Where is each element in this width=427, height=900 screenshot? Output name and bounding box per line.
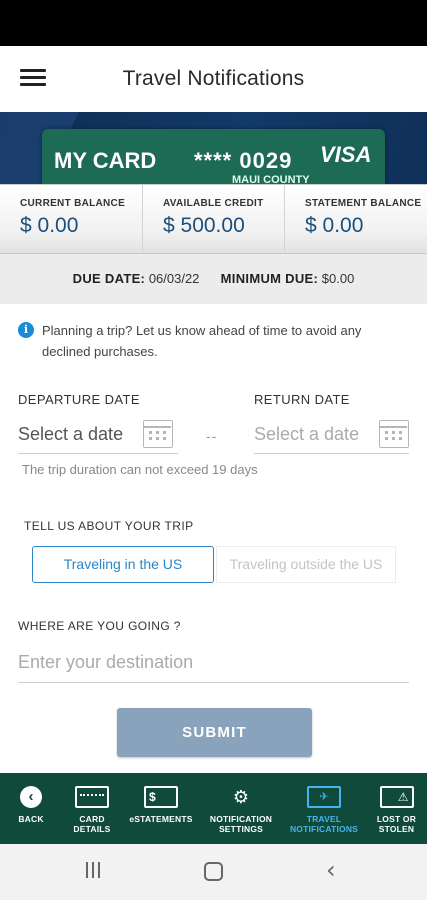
visa-logo: VISA: [320, 142, 372, 167]
credit-card-image: MY CARD **** 0029 VISA MAUI COUNTY: [42, 129, 385, 184]
nav-item-estatements[interactable]: $ eSTATEMENTS: [122, 773, 200, 844]
departure-date-label: DEPARTURE DATE: [18, 392, 140, 407]
nav-item-lost-stolen[interactable]: ⚠ LOST OR STOLEN: [366, 773, 427, 844]
card-number: **** 0029: [194, 148, 293, 173]
info-text: Planning a trip? Let us know ahead of ti…: [42, 323, 362, 359]
due-date-value: 06/03/22: [148, 271, 200, 286]
page-title: Travel Notifications: [122, 67, 305, 90]
date-separator: --: [206, 428, 218, 444]
info-icon: i: [18, 322, 34, 338]
travel-card-icon: ✈: [307, 786, 341, 808]
current-balance-label: CURRENT BALANCE: [20, 198, 126, 209]
trip-option-us[interactable]: Traveling in the US: [32, 546, 214, 583]
nav-item-travel-notifications[interactable]: ✈ TRAVEL NOTIFICATIONS: [282, 773, 366, 844]
departure-date-placeholder: Select a date: [18, 424, 124, 444]
nav-item-notification-settings[interactable]: ⚙ NOTIFICATION SETTINGS: [200, 773, 282, 844]
return-date-label: RETURN DATE: [254, 392, 350, 407]
gear-bell-icon: ⚙: [232, 787, 250, 807]
system-nav-bar: ‹: [0, 844, 427, 900]
recent-apps-icon[interactable]: [86, 862, 104, 880]
departure-date-field[interactable]: Select a date: [18, 416, 178, 454]
destination-label: WHERE ARE YOU GOING ?: [18, 619, 181, 633]
trip-option-outside-us[interactable]: Traveling outside the US: [216, 546, 396, 583]
balance-summary: CURRENT BALANCE $ 0.00 AVAILABLE CREDIT …: [0, 184, 427, 255]
nav-label-travel-notifications: TRAVEL NOTIFICATIONS: [289, 814, 359, 834]
return-date-placeholder: Select a date: [254, 424, 360, 444]
return-date-field[interactable]: Select a date: [254, 416, 409, 454]
calendar-icon[interactable]: [379, 420, 409, 448]
nav-label-card-details: CARD DETAILS: [73, 814, 111, 834]
available-credit-value: $ 500.00: [163, 214, 245, 237]
status-bar: [0, 0, 427, 46]
available-credit-label: AVAILABLE CREDIT: [163, 198, 264, 209]
trip-duration-hint: The trip duration can not exceed 19 days: [22, 462, 258, 477]
nav-label-lost-stolen: LOST OR STOLEN: [376, 814, 417, 834]
app-header: Travel Notifications: [0, 46, 427, 112]
minimum-due-label: MINIMUM DUE:: [220, 271, 319, 286]
nav-label-estatements: eSTATEMENTS: [129, 814, 193, 824]
bottom-nav: ‹ BACK CARD DETAILS $ eSTATEMENTS ⚙ NOTI…: [0, 773, 427, 844]
destination-input[interactable]: [18, 643, 409, 683]
statement-balance: STATEMENT BALANCE $ 0.00: [284, 185, 427, 255]
card-issuer-logo: MAUI COUNTY: [232, 174, 310, 184]
calendar-icon[interactable]: [143, 420, 173, 448]
info-message: i Planning a trip? Let us know ahead of …: [18, 320, 413, 362]
card-banner: MY CARD **** 0029 VISA MAUI COUNTY: [0, 112, 427, 184]
submit-button[interactable]: SUBMIT: [117, 708, 312, 757]
current-balance: CURRENT BALANCE $ 0.00: [0, 185, 142, 255]
statement-balance-label: STATEMENT BALANCE: [305, 198, 422, 209]
back-arrow-icon[interactable]: ‹: [326, 858, 336, 882]
due-info-row: DUE DATE: 06/03/22 MINIMUM DUE: $0.00: [0, 254, 427, 304]
nav-item-back[interactable]: ‹ BACK: [0, 773, 62, 844]
nav-label-notification-settings: NOTIFICATION SETTINGS: [209, 814, 273, 834]
current-balance-value: $ 0.00: [20, 214, 79, 237]
card-name: MY CARD: [54, 148, 157, 173]
nav-label-back: BACK: [18, 814, 44, 824]
available-credit: AVAILABLE CREDIT $ 500.00: [142, 185, 284, 255]
warning-card-icon: ⚠: [379, 786, 414, 808]
due-date-label: DUE DATE:: [72, 271, 146, 286]
trip-type-label: TELL US ABOUT YOUR TRIP: [24, 519, 194, 533]
statement-balance-value: $ 0.00: [305, 214, 364, 237]
card-details-icon: [75, 786, 109, 808]
minimum-due-value: $0.00: [321, 271, 355, 286]
nav-item-card-details[interactable]: CARD DETAILS: [62, 773, 122, 844]
back-icon: ‹: [20, 786, 42, 808]
home-icon[interactable]: [204, 862, 223, 881]
statement-icon: $: [144, 786, 178, 808]
